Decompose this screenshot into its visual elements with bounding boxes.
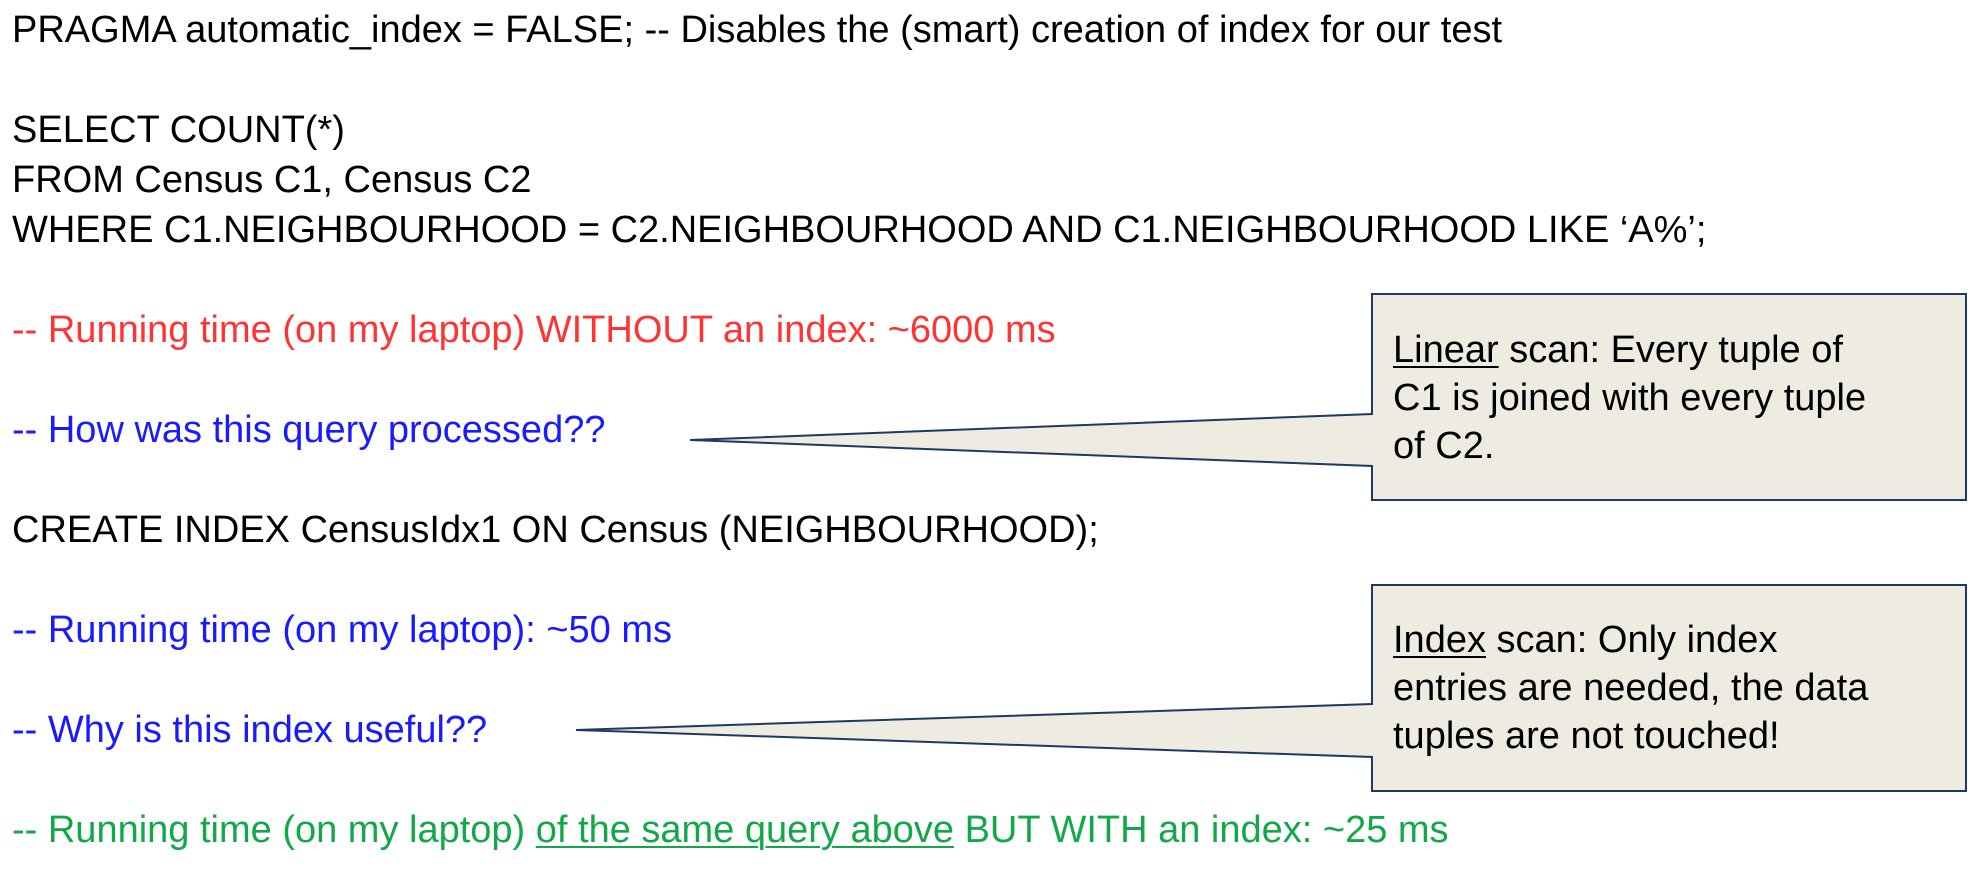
linear-keyword: Linear: [1393, 329, 1499, 371]
select-line: SELECT COUNT(*): [12, 109, 345, 151]
from-line: FROM Census C1, Census C2: [12, 159, 532, 201]
linear-scan-callout-line1: Linear scan: Every tuple of: [1393, 326, 1843, 374]
linear-line1-rest: scan: Every tuple of: [1498, 329, 1843, 371]
running-time-same-query-prefix: -- Running time (on my laptop): [12, 809, 536, 851]
why-useful-question: -- Why is this index useful??: [12, 709, 488, 751]
pragma-line: PRAGMA automatic_index = FALSE; -- Disab…: [12, 9, 1503, 51]
index-scan-callout-line1: Index scan: Only index: [1393, 616, 1777, 664]
running-time-without-index: -- Running time (on my laptop) WITHOUT a…: [12, 309, 1056, 351]
linear-scan-callout-line3: of C2.: [1393, 425, 1495, 467]
same-query-underlined: of the same query above: [535, 809, 955, 851]
how-processed-question: -- How was this query processed??: [12, 409, 606, 451]
running-time-same-query-suffix: BUT WITH an index: ~25 ms: [954, 809, 1449, 851]
index-line1-rest: scan: Only index: [1485, 619, 1778, 661]
create-index-line: CREATE INDEX CensusIdx1 ON Census (NEIGH…: [12, 509, 1099, 551]
linear-scan-callout-line2: C1 is joined with every tuple: [1393, 377, 1867, 419]
running-time-same-query: -- Running time (on my laptop) of the sa…: [12, 808, 1449, 852]
where-line: WHERE C1.NEIGHBOURHOOD = C2.NEIGHBOURHOO…: [12, 209, 1707, 251]
index-scan-callout-line2: entries are needed, the data: [1393, 667, 1869, 709]
running-time-with-index: -- Running time (on my laptop): ~50 ms: [12, 609, 672, 651]
index-scan-callout-line3: tuples are not touched!: [1393, 715, 1780, 757]
index-keyword: Index: [1393, 619, 1486, 661]
